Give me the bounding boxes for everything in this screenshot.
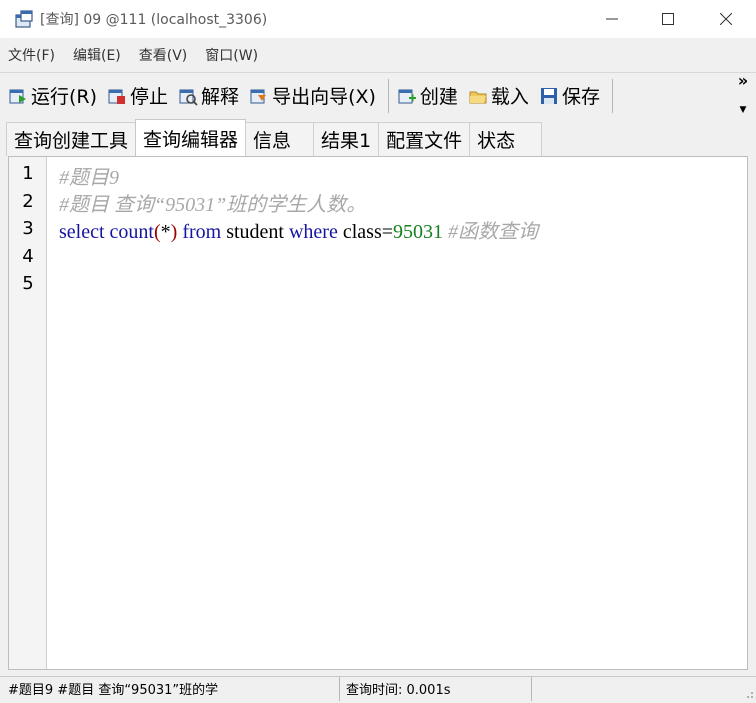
- explain-button[interactable]: 解释: [178, 82, 239, 109]
- tab-info[interactable]: 信息: [245, 122, 315, 156]
- keyword-where: where: [288, 221, 338, 243]
- floppy-disk-icon: [540, 87, 557, 104]
- code-line-2: #题目 查询“95031”班的学生人数。: [59, 194, 367, 216]
- status-query-time: 查询时间: 0.001s: [340, 676, 532, 701]
- export-icon: [250, 89, 267, 103]
- close-icon: [720, 13, 732, 25]
- export-wizard-button[interactable]: 导出向导(X): [249, 82, 376, 109]
- status-sql-preview: #题目9 #题目 查询“95031”班的学: [0, 676, 340, 701]
- line-number: 3: [22, 218, 34, 239]
- maximize-button[interactable]: [640, 0, 696, 38]
- code-line-1: #题目9: [59, 167, 119, 189]
- run-label: 运行(R): [31, 86, 98, 108]
- tab-query-builder[interactable]: 查询创建工具: [6, 122, 137, 156]
- app-icon: [15, 10, 33, 28]
- line-number: 1: [22, 163, 34, 184]
- menu-edit[interactable]: 编辑(E): [69, 43, 125, 67]
- save-button[interactable]: 保存: [539, 82, 600, 109]
- close-button[interactable]: [698, 0, 754, 38]
- number-literal: 95031: [393, 221, 443, 243]
- function-count: count: [109, 221, 154, 243]
- inline-comment: #函数查询: [448, 221, 538, 243]
- create-button[interactable]: 创建: [397, 82, 458, 109]
- resize-grip-icon[interactable]: [744, 688, 754, 698]
- load-label: 载入: [490, 86, 529, 108]
- line-number: 2: [22, 191, 34, 212]
- stop-icon: [108, 89, 126, 104]
- minimize-icon: [606, 18, 618, 20]
- status-empty-panel: [532, 677, 742, 701]
- explain-label: 解释: [201, 86, 240, 108]
- keyword-from: from: [182, 221, 222, 243]
- line-number-gutter: 1 2 3 4 5: [9, 157, 47, 669]
- tab-bar: 查询创建工具 查询编辑器 信息 结果1 配置文件 状态: [0, 118, 756, 156]
- create-icon: [398, 89, 416, 103]
- double-chevron-icon: »: [737, 71, 749, 90]
- status-bar: #题目9 #题目 查询“95031”班的学 查询时间: 0.001s: [0, 676, 756, 701]
- line-number: 4: [22, 246, 34, 267]
- toolbar-separator: [611, 78, 613, 113]
- toolbar-overflow-button[interactable]: » ▼: [736, 73, 750, 116]
- tab-profile[interactable]: 配置文件: [378, 122, 471, 156]
- folder-icon: [469, 91, 487, 103]
- code-line-3: select count(*) from student where class…: [59, 215, 538, 244]
- menu-view[interactable]: 查看(V): [135, 43, 192, 67]
- keyword-select: select: [59, 221, 105, 243]
- star: *: [160, 221, 171, 243]
- window-title: [查询] 09 @111 (localhost_3306): [40, 12, 268, 28]
- paren-open: (: [153, 221, 161, 243]
- menu-file[interactable]: 文件(F): [4, 43, 59, 67]
- save-label: 保存: [561, 86, 600, 108]
- explain-icon: [179, 89, 198, 106]
- export-wizard-label: 导出向导(X): [272, 86, 376, 108]
- stop-button[interactable]: 停止: [107, 82, 168, 109]
- toolbar: 运行(R) 停止 解释 导出向导(X) 创建 载入 保存 » ▼: [0, 72, 756, 118]
- tab-status[interactable]: 状态: [469, 122, 543, 156]
- maximize-icon: [662, 13, 674, 25]
- run-icon: [9, 89, 26, 103]
- run-button[interactable]: 运行(R): [8, 82, 97, 109]
- toolbar-separator: [387, 78, 389, 113]
- menu-bar: 文件(F) 编辑(E) 查看(V) 窗口(W): [0, 38, 756, 72]
- table-name: student: [226, 221, 284, 243]
- line-number: 5: [22, 273, 34, 294]
- load-button[interactable]: 载入: [468, 82, 529, 109]
- title-bar: [查询] 09 @111 (localhost_3306): [0, 0, 756, 38]
- dropdown-arrow-icon: ▼: [739, 105, 747, 115]
- minimize-button[interactable]: [584, 0, 640, 38]
- sql-editor[interactable]: 1 2 3 4 5 #题目9 #题目 查询“95031”班的学生人数。 sele…: [8, 156, 748, 670]
- menu-window[interactable]: 窗口(W): [201, 43, 262, 67]
- column-condition: class=: [342, 221, 393, 243]
- stop-label: 停止: [130, 86, 169, 108]
- create-label: 创建: [419, 86, 458, 108]
- tab-query-editor[interactable]: 查询编辑器: [135, 119, 247, 156]
- paren-close: ): [170, 221, 178, 243]
- tab-result-1[interactable]: 结果1: [313, 122, 380, 156]
